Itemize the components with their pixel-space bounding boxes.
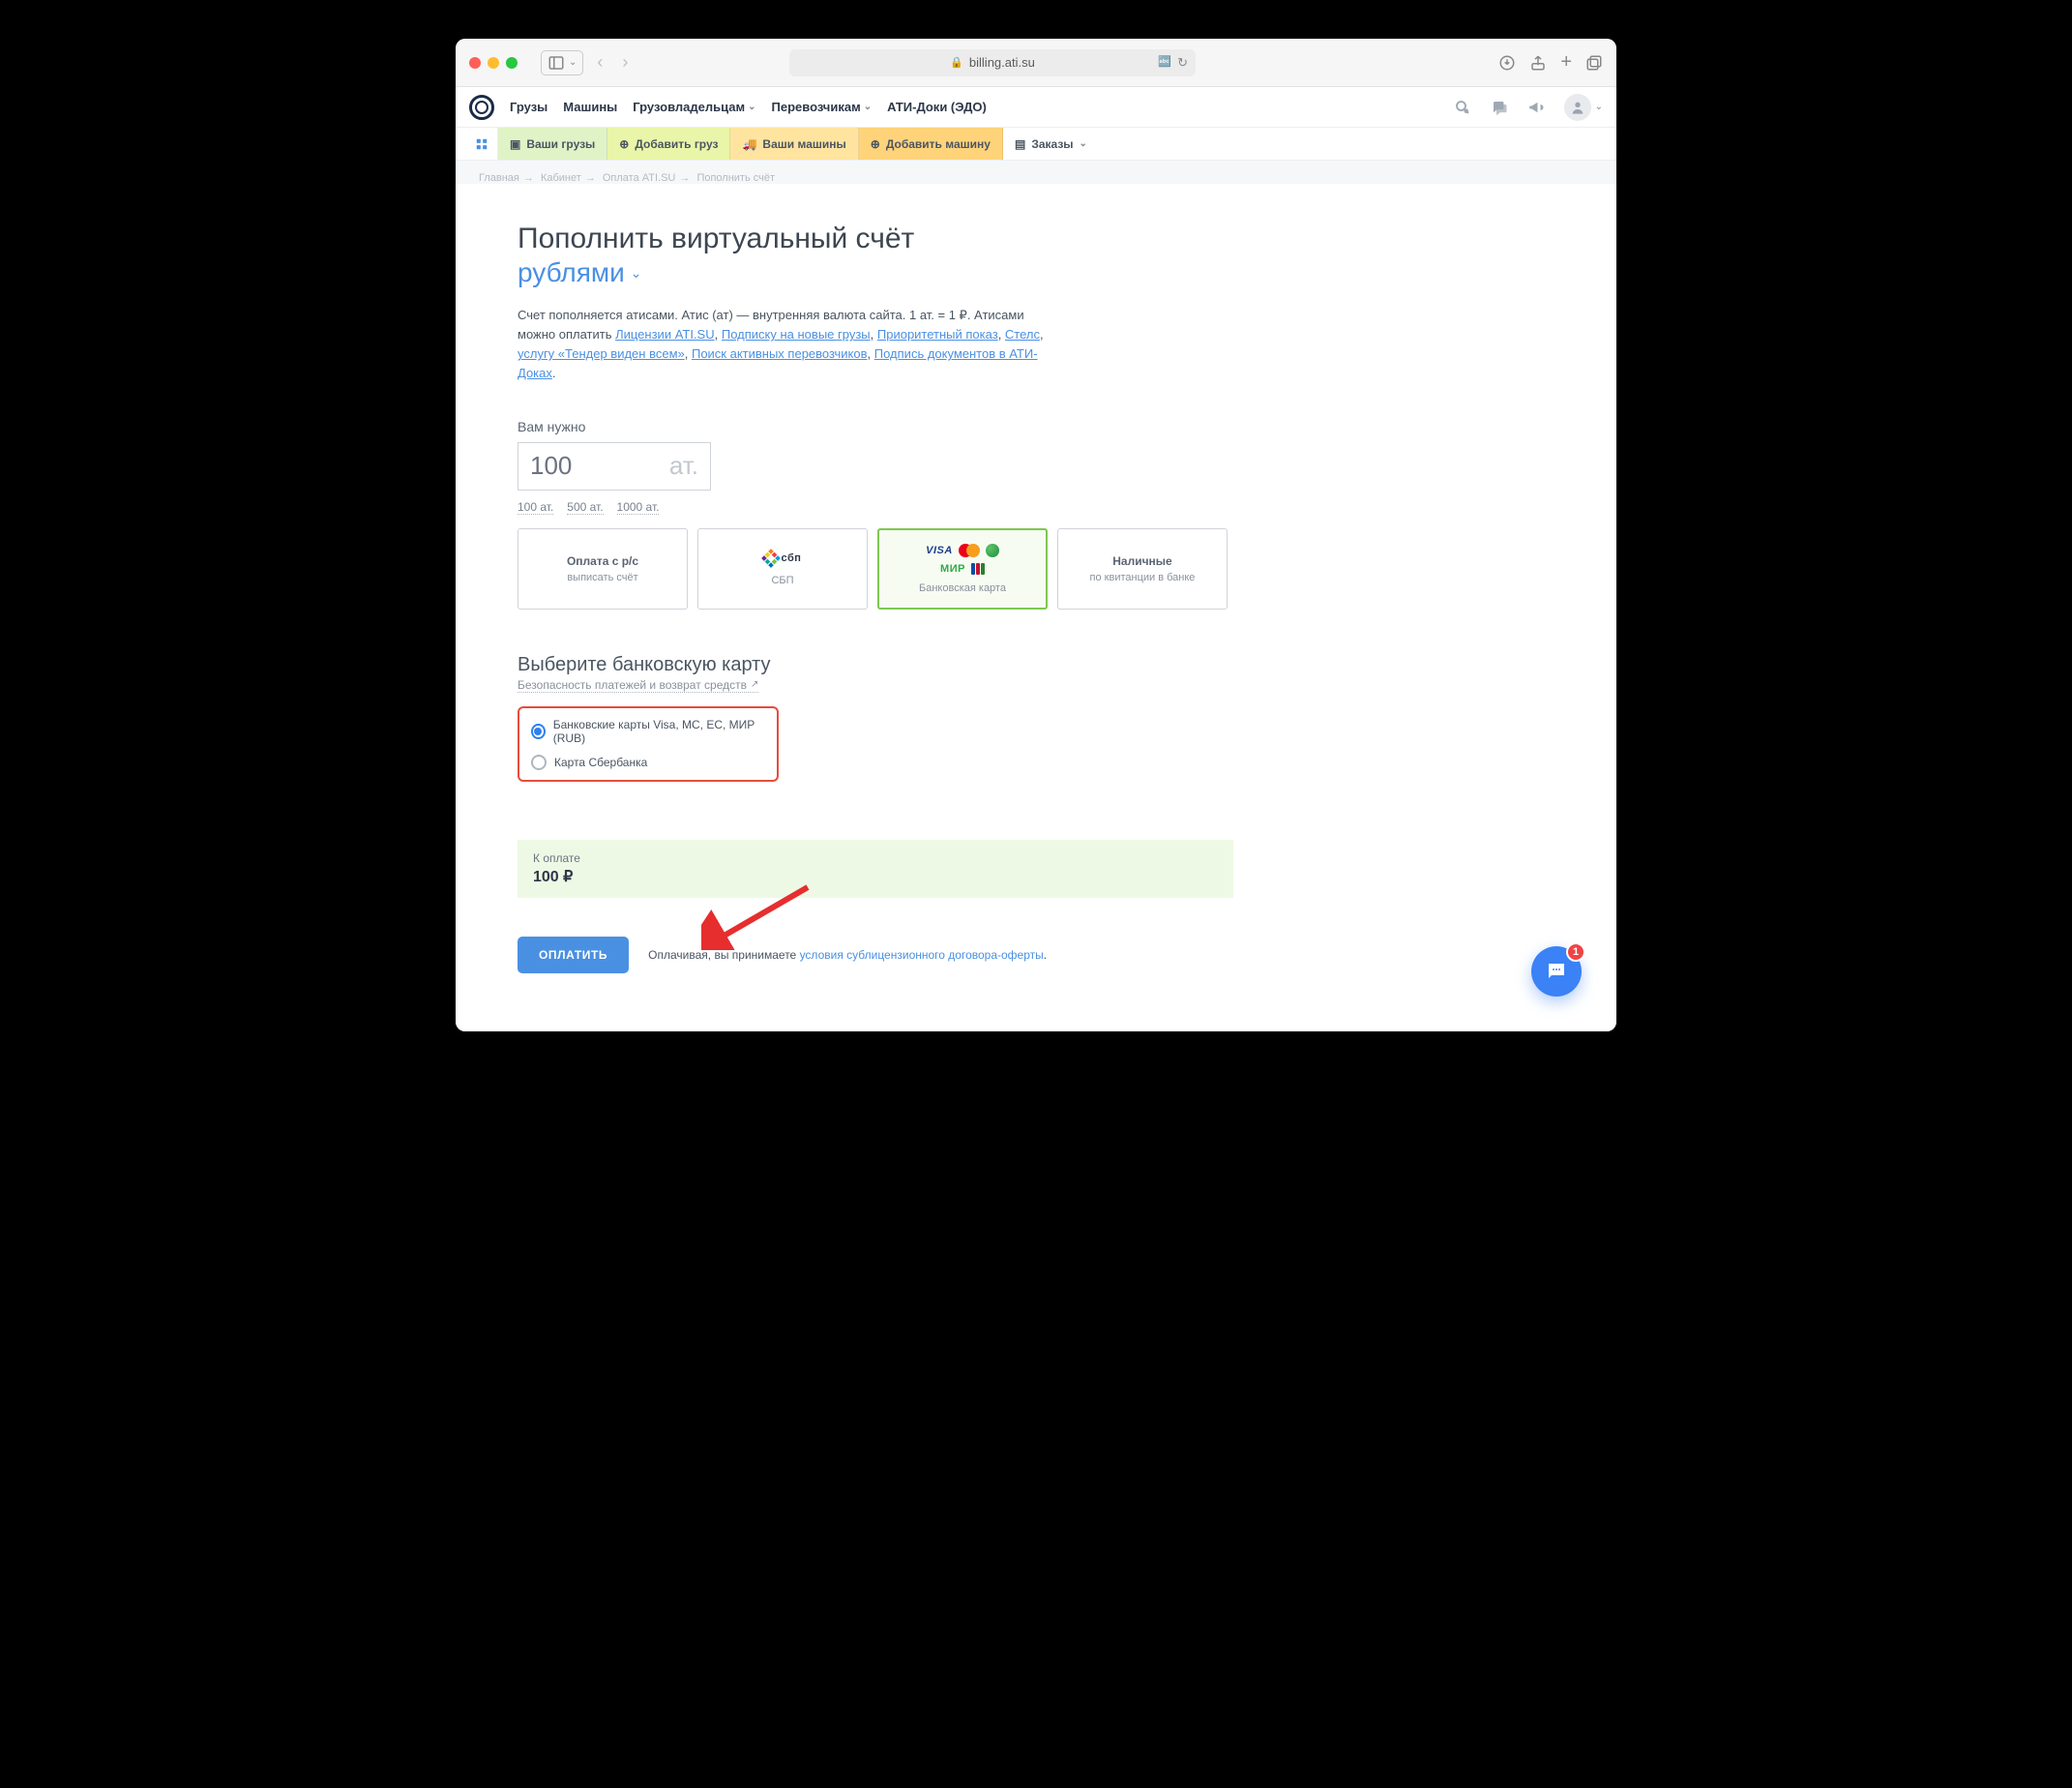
close-window-icon[interactable] [469, 57, 481, 69]
share-icon[interactable] [1529, 54, 1547, 72]
preset-100[interactable]: 100 ат. [518, 500, 553, 515]
pay-button[interactable]: ОПЛАТИТЬ [518, 937, 629, 973]
avatar-icon [1564, 94, 1591, 121]
total-panel: К оплате 100 ₽ [518, 840, 1233, 898]
payment-methods: Оплата с р/с выписать счёт сбп СБП VISA [518, 528, 1233, 610]
jcb-logo-icon [971, 563, 985, 575]
link-stealth[interactable]: Стелс [1005, 327, 1040, 342]
link-carriers[interactable]: Поиск активных перевозчиков [692, 346, 868, 361]
preset-1000[interactable]: 1000 ат. [617, 500, 660, 515]
site-logo[interactable] [469, 95, 494, 120]
add-truck-button[interactable]: ⊕Добавить машину [859, 128, 1003, 160]
payment-safety-link[interactable]: Безопасность платежей и возврат средств … [518, 678, 758, 693]
page-title: Пополнить виртуальный счёт [518, 223, 1233, 255]
reload-icon[interactable]: ↻ [1177, 55, 1188, 71]
crumb-payment[interactable]: Оплата ATI.SU [603, 172, 676, 184]
forward-button[interactable]: › [616, 52, 634, 73]
crumb-home[interactable]: Главная [479, 172, 519, 184]
maximize-window-icon[interactable] [506, 57, 518, 69]
crumb-topup: Пополнить счёт [696, 172, 775, 184]
your-trucks-button[interactable]: 🚚Ваши машины [730, 128, 858, 160]
currency-selector[interactable]: рублями⌄ [518, 257, 1233, 288]
nav-carriers[interactable]: Перевозчикам⌄ [772, 100, 873, 114]
downloads-icon[interactable] [1498, 54, 1516, 72]
chat-icon [1545, 960, 1568, 983]
terms-link[interactable]: условия сублицензионного договора-оферты [800, 948, 1044, 962]
nav-trucks[interactable]: Машины [563, 100, 617, 114]
chat-fab[interactable]: 1 [1531, 946, 1582, 997]
search-icon[interactable] [1454, 99, 1471, 116]
method-bank-invoice[interactable]: Оплата с р/с выписать счёт [518, 528, 688, 610]
new-tab-icon[interactable]: + [1560, 51, 1572, 74]
address-bar[interactable]: 🔒 billing.ati.su 🔤 ↻ [789, 49, 1196, 76]
external-link-icon: ↗ [751, 679, 758, 690]
radio-on-icon [531, 724, 546, 739]
amount-unit: ат. [669, 451, 698, 481]
chat-badge: 1 [1566, 942, 1585, 962]
box-icon: ▣ [510, 137, 520, 151]
link-licenses[interactable]: Лицензии ATI.SU [615, 327, 715, 342]
method-sbp[interactable]: сбп СБП [697, 528, 868, 610]
add-cargo-button[interactable]: ⊕Добавить груз [607, 128, 730, 160]
lock-icon: 🔒 [950, 56, 963, 69]
nav-shippers[interactable]: Грузовладельцам⌄ [633, 100, 755, 114]
browser-toolbar: ⌄ ‹ › 🔒 billing.ati.su 🔤 ↻ + [456, 39, 1616, 87]
nav-cargo[interactable]: Грузы [510, 100, 548, 114]
amount-presets: 100 ат. 500 ат. 1000 ат. [518, 500, 1233, 515]
main-nav: Грузы Машины Грузовладельцам⌄ Перевозчик… [456, 87, 1616, 128]
method-bank-card[interactable]: VISA МИР Банковская карта [877, 528, 1048, 610]
amount-value: 100 [530, 451, 572, 481]
link-tender[interactable]: услугу «Тендер виден всем» [518, 346, 685, 361]
messages-icon[interactable] [1491, 99, 1508, 116]
sidebar-toggle[interactable]: ⌄ [541, 50, 583, 75]
url-text: billing.ati.su [969, 55, 1035, 70]
visa-logo-icon: VISA [926, 545, 953, 556]
announce-icon[interactable] [1527, 99, 1545, 116]
total-value: 100 ₽ [533, 867, 1218, 886]
total-label: К оплате [533, 851, 1218, 865]
orders-button[interactable]: ▤Заказы⌄ [1003, 128, 1099, 160]
mastercard-logo-icon [959, 544, 980, 557]
chevron-down-icon: ⌄ [631, 265, 642, 282]
pay-terms-note: Оплачивая, вы принимаете условия сублице… [648, 948, 1047, 962]
plus-circle-icon: ⊕ [619, 137, 629, 151]
radio-visa-mc[interactable]: Банковские карты Visa, MC, EC, МИР (RUB) [531, 718, 765, 745]
minimize-window-icon[interactable] [488, 57, 499, 69]
link-subscription[interactable]: Подписку на новые грузы [722, 327, 871, 342]
action-toolbar: ▣Ваши грузы ⊕Добавить груз 🚚Ваши машины … [456, 128, 1616, 161]
clipboard-icon: ▤ [1015, 137, 1025, 151]
truck-icon: 🚚 [742, 137, 756, 151]
radio-off-icon [531, 755, 547, 770]
card-type-highlight: Банковские карты Visa, MC, EC, МИР (RUB)… [518, 706, 779, 782]
sber-logo-icon [986, 544, 999, 557]
sbp-logo-icon: сбп [764, 551, 802, 565]
user-menu[interactable]: ⌄ [1564, 94, 1603, 121]
breadcrumb: Главная→ Кабинет→ Оплата ATI.SU→ Пополни… [456, 161, 1616, 184]
apps-grid-icon[interactable] [465, 128, 498, 160]
crumb-cabinet[interactable]: Кабинет [541, 172, 581, 184]
preset-500[interactable]: 500 ат. [567, 500, 603, 515]
select-card-heading: Выберите банковскую карту [518, 654, 1233, 676]
window-controls [469, 57, 518, 69]
link-priority[interactable]: Приоритетный показ [877, 327, 998, 342]
amount-input[interactable]: 100 ат. [518, 442, 711, 491]
description-text: Счет пополняется атисами. Атис (ат) — вн… [518, 306, 1059, 384]
your-cargo-button[interactable]: ▣Ваши грузы [498, 128, 607, 160]
mir-logo-icon: МИР [940, 563, 965, 575]
plus-circle-icon: ⊕ [871, 137, 880, 151]
radio-sber[interactable]: Карта Сбербанка [531, 755, 765, 770]
translate-icon[interactable]: 🔤 [1158, 55, 1171, 71]
tabs-icon[interactable] [1585, 54, 1603, 72]
nav-edoc[interactable]: АТИ-Доки (ЭДО) [887, 100, 987, 114]
amount-label: Вам нужно [518, 419, 1233, 434]
back-button[interactable]: ‹ [591, 52, 608, 73]
method-cash[interactable]: Наличные по квитанции в банке [1057, 528, 1228, 610]
